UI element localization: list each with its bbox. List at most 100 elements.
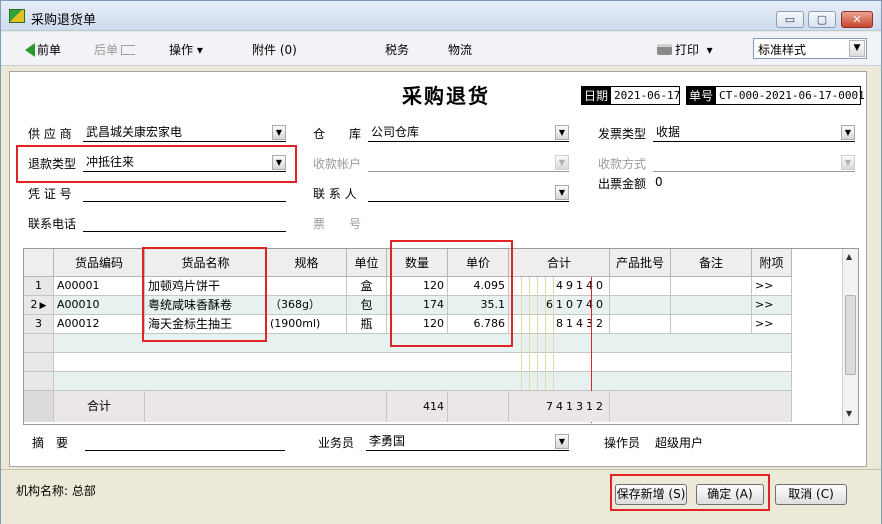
cell-batch[interactable] [610,296,671,315]
cell-price[interactable]: 4.095 [448,277,509,296]
row-number: 2 ▶ [24,296,54,315]
date-field[interactable]: 2021-06-17 [610,86,680,105]
cell-spec[interactable]: (1900ml) [267,315,347,334]
chevron-down-icon: ▾ [706,43,713,57]
cell-total: 49140 [509,277,610,296]
sum-total: 741312 [509,391,610,422]
cell-code[interactable]: A00001 [54,277,145,296]
cell-unit[interactable]: 包 [347,296,387,315]
cell-name[interactable]: 粤统咸味香酥卷 [145,296,267,315]
cell-batch[interactable] [610,315,671,334]
cell-remark[interactable] [671,296,752,315]
cell-remark[interactable] [671,277,752,296]
cell-unit[interactable]: 瓶 [347,315,387,334]
summary-label: 摘 要 [32,436,69,450]
warehouse-label: 仓 库 [313,127,362,141]
cell-total: 610740 [509,296,610,315]
cell-attach[interactable]: >> [752,315,792,334]
warehouse-select[interactable]: 公司仓库 ▼ [368,123,569,142]
voucher-field[interactable] [83,183,286,202]
dropdown-arrow-icon[interactable]: ▼ [555,185,569,200]
cell-remark[interactable] [671,315,752,334]
dropdown-arrow-icon[interactable]: ▼ [849,40,865,57]
col-header-batch[interactable]: 产品批号 [610,249,671,277]
col-header-remark[interactable]: 备注 [671,249,752,277]
operation-menu[interactable]: 操作 ▾ [169,41,203,58]
print-menu[interactable]: 打印 ▾ [657,41,713,58]
dropdown-arrow-icon[interactable]: ▼ [272,125,286,140]
col-header-code[interactable]: 货品编码 [54,249,145,277]
phone-label: 联系电话 [28,217,77,231]
print-style-select[interactable]: 标准样式 ▼ [753,38,867,59]
page-title: 采购退货 [402,84,490,108]
cell-price[interactable]: 6.786 [448,315,509,334]
attachment-button[interactable]: 附件 (0) [252,41,297,58]
col-header-attach[interactable]: 附项 [752,249,792,277]
invoice-amount-label: 出票金额 [598,177,647,191]
cell-qty[interactable]: 174 [387,296,448,315]
col-header-price[interactable]: 单价 [448,249,509,277]
col-header-total[interactable]: 合计 [509,249,610,277]
empty-row[interactable] [54,372,792,391]
dropdown-arrow-icon[interactable]: ▼ [272,155,286,170]
logistics-button[interactable]: 物流 [448,41,472,58]
empty-row[interactable] [54,334,792,353]
phone-field[interactable] [83,213,286,232]
tax-button[interactable]: 税务 [385,41,409,58]
dropdown-arrow-icon[interactable]: ▼ [841,155,855,170]
grid-scrollbar[interactable]: ▲ ▼ [842,249,858,424]
invoice-type-select[interactable]: 收据 ▼ [653,123,855,142]
col-header-qty[interactable]: 数量 [387,249,448,277]
cancel-button[interactable]: 取消 (C) [775,484,847,505]
summary-field[interactable] [85,432,285,451]
next-doc-button[interactable]: 后单 [94,41,136,58]
cell-code[interactable]: A00012 [54,315,145,334]
col-header-spec[interactable]: 规格 [267,249,347,277]
cell-attach[interactable]: >> [752,277,792,296]
cell-code[interactable]: A00010 [54,296,145,315]
cell-qty[interactable]: 120 [387,277,448,296]
ok-button[interactable]: 确定 (A) [696,484,764,505]
dropdown-arrow-icon[interactable]: ▼ [555,155,569,170]
items-grid: 货品编码 货品名称 规格 单位 数量 单价 合计 产品批号 备注 附项 1 A0… [23,248,859,425]
salesman-select[interactable]: 李勇国 ▼ [366,432,569,451]
printer-icon [657,44,672,55]
doc-no-field[interactable]: CT-000-2021-06-17-0001 [715,86,865,105]
cell-batch[interactable] [610,277,671,296]
save-new-button[interactable]: 保存新增 (S) [615,484,687,505]
invoice-amount-value: 0 [655,175,663,189]
refund-type-label: 退款类型 [28,157,77,171]
sum-spacer [448,391,509,422]
cell-price[interactable]: 35.1 [448,296,509,315]
cell-attach[interactable]: >> [752,296,792,315]
scroll-thumb[interactable] [845,295,856,375]
document-form: 采购退货 日期 2021-06-17 单号 CT-000-2021-06-17-… [9,71,867,467]
cell-spec[interactable] [267,277,347,296]
cell-name[interactable]: 加顿鸡片饼干 [145,277,267,296]
minimize-button[interactable]: ▭ [776,11,804,28]
receive-account-select[interactable]: ▼ [368,153,569,172]
cell-unit[interactable]: 盒 [347,277,387,296]
dropdown-arrow-icon[interactable]: ▼ [841,125,855,140]
empty-row[interactable] [54,353,792,372]
contact-label: 联 系 人 [313,187,357,201]
col-header-unit[interactable]: 单位 [347,249,387,277]
window-title: 采购退货单 [31,13,97,28]
cell-qty[interactable]: 120 [387,315,448,334]
refund-type-select[interactable]: 冲抵往来 ▼ [83,153,286,172]
prev-doc-button[interactable]: 前单 [25,41,61,58]
receive-method-select[interactable]: ▼ [653,153,855,172]
row-number: 1 [24,277,54,296]
supplier-select[interactable]: 武昌城关康宏家电 ▼ [83,123,286,142]
close-button[interactable]: ✕ [841,11,873,28]
operator-value: 超级用户 [655,436,704,450]
maximize-button[interactable]: ▢ [808,11,836,28]
cell-name[interactable]: 海天金标生抽王 [145,315,267,334]
col-header-name[interactable]: 货品名称 [145,249,267,277]
dropdown-arrow-icon[interactable]: ▼ [555,434,569,449]
scroll-up-icon[interactable]: ▲ [846,252,852,261]
dropdown-arrow-icon[interactable]: ▼ [555,125,569,140]
scroll-down-icon[interactable]: ▼ [846,409,852,418]
contact-select[interactable]: ▼ [368,183,569,202]
cell-spec[interactable]: （368g） [267,296,347,315]
